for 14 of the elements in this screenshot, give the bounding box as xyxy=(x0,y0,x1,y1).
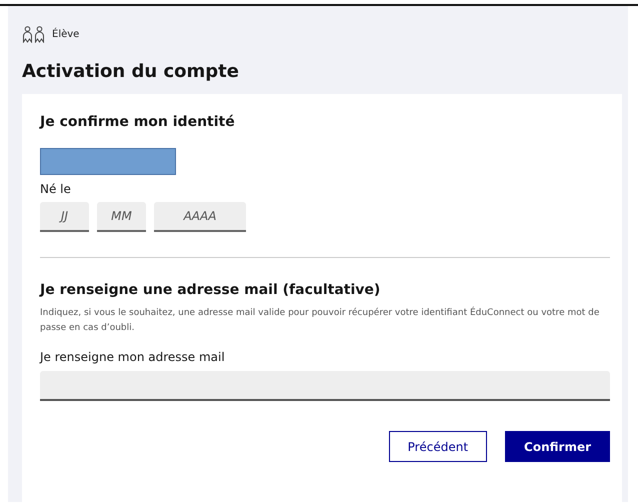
date-field[interactable]: AAAA xyxy=(154,202,246,232)
hint-text: Indiquez, si vous le souhaitez, une adresse mail valide pour pouvoir récupérer votre identifiant ÉduConnect ou votre mot de passe en cas d’oubli. xyxy=(40,306,600,335)
email-field[interactable] xyxy=(40,371,610,401)
email-label: Je renseigne mon adresse mail xyxy=(40,350,226,364)
page-title: Activation du compte xyxy=(22,61,240,82)
birth-date-label: Né le xyxy=(40,182,72,196)
back-button[interactable]: Précédent xyxy=(388,431,488,462)
section-heading: Je renseigne une adresse mail (facultative) xyxy=(40,282,382,298)
confirm-button[interactable]: Confirmer xyxy=(505,431,610,462)
date-field[interactable]: MM xyxy=(97,202,146,232)
role-label: Élève xyxy=(52,29,80,40)
users-icon xyxy=(22,26,46,43)
section-heading: Je confirme mon identité xyxy=(40,114,236,130)
date-field[interactable]: JJ xyxy=(40,202,89,232)
